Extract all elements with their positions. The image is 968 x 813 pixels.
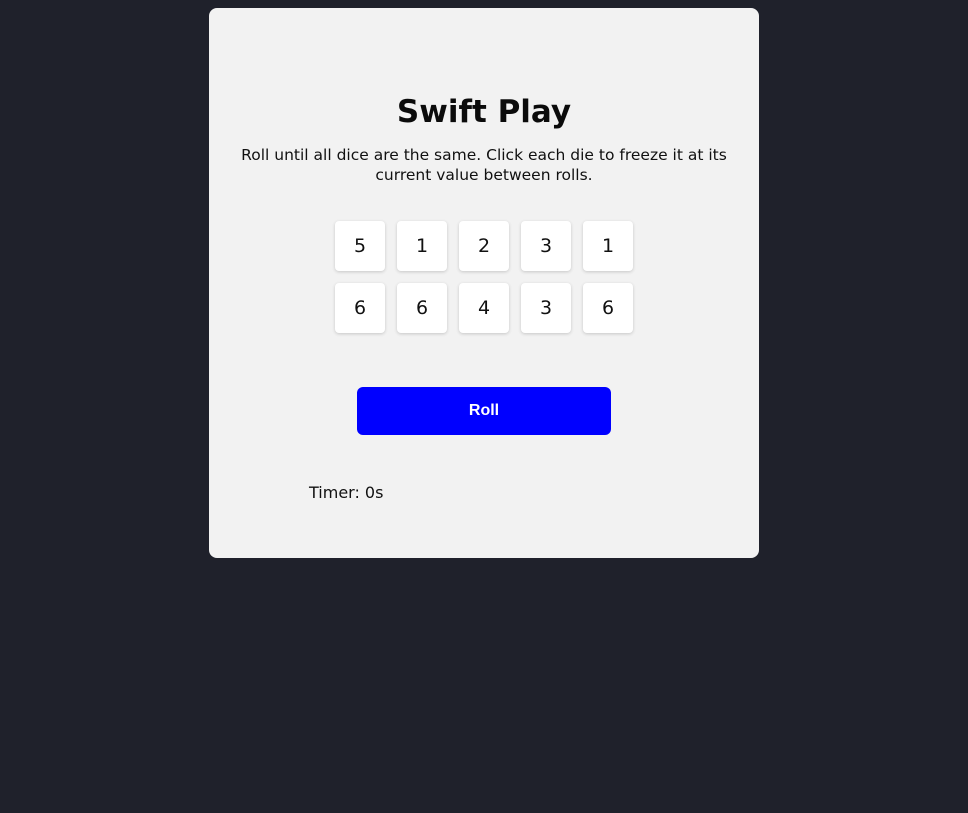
die-5[interactable]: 1 — [583, 221, 633, 271]
roll-button[interactable]: Roll — [357, 387, 611, 435]
die-9[interactable]: 3 — [521, 283, 571, 333]
game-card: Swift Play Roll until all dice are the s… — [209, 8, 759, 558]
die-6[interactable]: 6 — [335, 283, 385, 333]
timer-display: Timer: 0s — [309, 483, 384, 502]
die-10[interactable]: 6 — [583, 283, 633, 333]
dice-grid: 5 1 2 3 1 6 6 4 3 6 — [335, 221, 635, 333]
die-1[interactable]: 5 — [335, 221, 385, 271]
game-instructions: Roll until all dice are the same. Click … — [241, 146, 727, 184]
die-2[interactable]: 1 — [397, 221, 447, 271]
die-7[interactable]: 6 — [397, 283, 447, 333]
die-4[interactable]: 3 — [521, 221, 571, 271]
die-3[interactable]: 2 — [459, 221, 509, 271]
die-8[interactable]: 4 — [459, 283, 509, 333]
game-title: Swift Play — [396, 94, 572, 130]
